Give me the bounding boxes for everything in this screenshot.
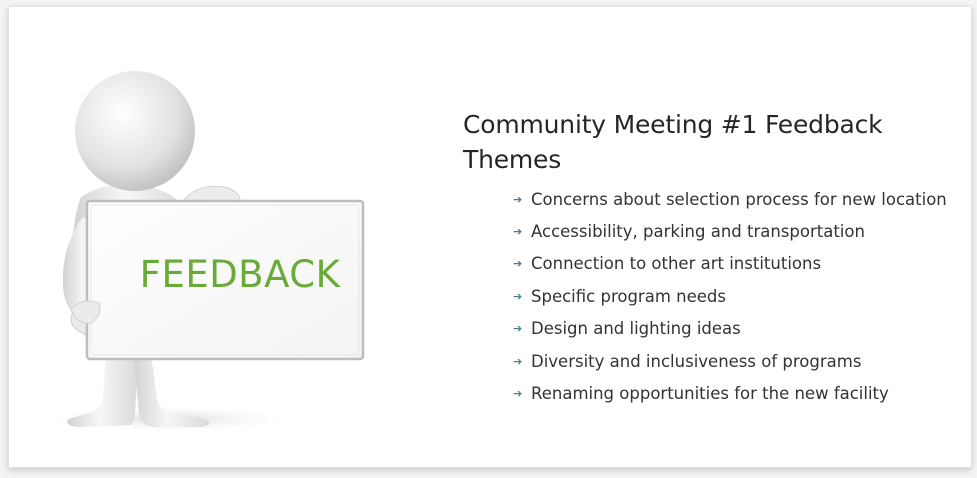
arrow-right-icon: ➔ bbox=[513, 387, 523, 401]
list-item: ➔ Diversity and inclusiveness of programs bbox=[513, 345, 947, 377]
list-item-text: Diversity and inclusiveness of programs bbox=[531, 351, 862, 371]
feedback-themes-list: ➔ Concerns about selection process for ne… bbox=[513, 183, 947, 410]
arrow-right-icon: ➔ bbox=[513, 257, 523, 271]
arrow-right-icon: ➔ bbox=[513, 354, 523, 368]
list-item: ➔ Design and lighting ideas bbox=[513, 313, 947, 345]
slide: FEEDBACK Community Meeting #1 Feedback T… bbox=[8, 6, 972, 468]
person-holding-sign-illustration bbox=[39, 71, 365, 433]
list-item-text: Concerns about selection process for new… bbox=[531, 189, 947, 209]
arrow-right-icon: ➔ bbox=[513, 289, 523, 303]
list-item: ➔ Connection to other art institutions bbox=[513, 248, 947, 280]
slide-title: Community Meeting #1 Feedback Themes bbox=[463, 110, 883, 174]
list-item: ➔ Renaming opportunities for the new faci… bbox=[513, 377, 947, 409]
list-item: ➔ Accessibility, parking and transportati… bbox=[513, 215, 947, 247]
list-item-text: Specific program needs bbox=[531, 286, 726, 306]
list-item-text: Renaming opportunities for the new facil… bbox=[531, 384, 889, 404]
feedback-figure-illustration: FEEDBACK bbox=[29, 47, 409, 457]
feedback-sign-text: FEEDBACK bbox=[139, 253, 341, 296]
arrow-right-icon: ➔ bbox=[513, 322, 523, 336]
arrow-right-icon: ➔ bbox=[513, 225, 523, 239]
list-item: ➔ Specific program needs bbox=[513, 280, 947, 312]
list-item-text: Design and lighting ideas bbox=[531, 319, 741, 339]
list-item-text: Connection to other art institutions bbox=[531, 254, 822, 274]
list-item-text: Accessibility, parking and transportatio… bbox=[531, 222, 865, 242]
arrow-right-icon: ➔ bbox=[513, 192, 523, 206]
list-item: ➔ Concerns about selection process for ne… bbox=[513, 183, 947, 215]
